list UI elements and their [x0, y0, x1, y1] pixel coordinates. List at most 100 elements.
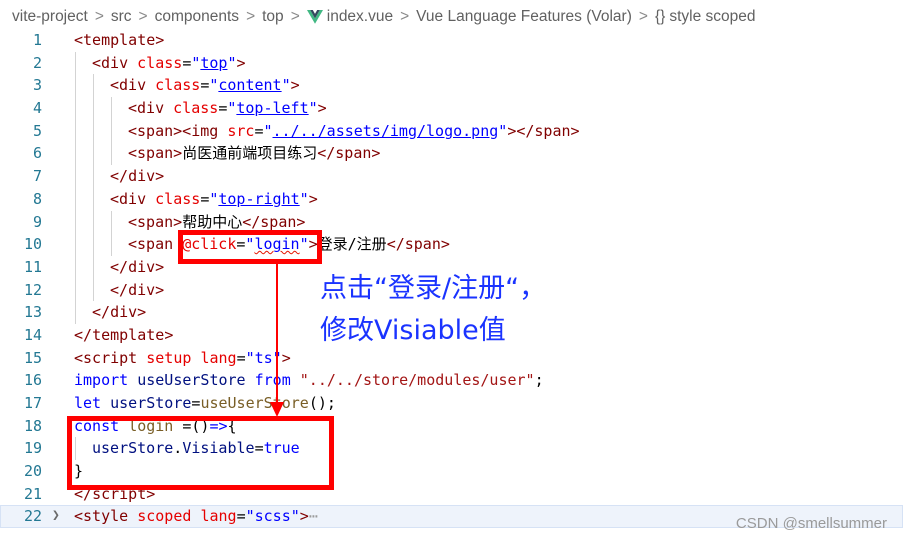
indent-guide: [111, 233, 112, 256]
indent-guide: [75, 165, 76, 188]
code-punctuation: <: [92, 53, 102, 72]
code-line[interactable]: 1 <template>: [0, 29, 903, 52]
vue-logo-icon: [306, 10, 323, 24]
code-punctuation: </: [317, 144, 336, 163]
code-punctuation: >: [164, 325, 174, 344]
code-line[interactable]: 8 <div class="top-right">: [0, 187, 903, 211]
code-line[interactable]: 6 <span>尚医通前端项目练习</span>: [0, 142, 903, 166]
watermark: CSDN @smellsummer: [735, 515, 887, 532]
code-punctuation: >: [236, 53, 246, 72]
code-attribute: scoped: [137, 507, 192, 526]
code-punctuation: >: [173, 212, 183, 231]
code-line[interactable]: 2 <div class="top">: [0, 51, 903, 75]
indent-guide: [93, 142, 94, 166]
code-punctuation: ></: [507, 121, 535, 140]
code-punctuation: >: [173, 144, 183, 163]
code-fold-ellipsis: ⋯: [308, 507, 318, 526]
code-punctuation: >: [299, 507, 309, 526]
code-variable: useUserStore: [137, 371, 246, 390]
indent-guide: [75, 233, 76, 256]
line-number: 2: [32, 53, 42, 72]
code-punctuation: <: [110, 76, 120, 95]
indent-guide: [75, 210, 76, 234]
indent-guide: [93, 187, 94, 211]
code-punctuation: >: [137, 303, 147, 322]
code-punctuation: >: [296, 212, 306, 231]
line-number: 19: [23, 439, 42, 458]
breadcrumb-item-language[interactable]: Vue Language Features (Volar): [416, 8, 632, 26]
code-content: <style scoped lang="scss">⋯: [74, 505, 318, 528]
annotation-text: 点击“登录/注册“， 修改Visiable值: [320, 268, 546, 352]
code-content: let userStore=useUserStore();: [74, 392, 336, 415]
code-punctuation: </: [242, 212, 261, 231]
indent-guide: [93, 255, 94, 279]
code-punctuation: </: [92, 303, 111, 322]
code-content: import useUserStore from "../../store/mo…: [74, 369, 544, 392]
code-tag-name: div: [137, 99, 165, 118]
code-text: =: [200, 76, 210, 95]
code-line[interactable]: 7 </div>: [0, 165, 903, 188]
indent-guide: [93, 165, 94, 188]
code-string: ": [281, 76, 291, 95]
line-number: 9: [32, 212, 42, 231]
indent-guide: [75, 97, 76, 120]
line-number: 17: [23, 394, 42, 412]
code-content: </div>: [92, 301, 146, 324]
code-variable: userStore: [110, 394, 192, 412]
breadcrumb-separator: >: [94, 8, 104, 25]
line-number: 15: [23, 348, 42, 367]
code-attribute: setup: [146, 348, 192, 367]
code-text: =: [236, 348, 246, 367]
breadcrumb-item-symbol[interactable]: style scoped: [669, 8, 755, 26]
line-number: 12: [23, 280, 42, 299]
line-number: 11: [23, 257, 42, 276]
breadcrumb-item-file[interactable]: index.vue: [327, 8, 393, 26]
indent-guide: [93, 97, 94, 120]
code-content: <template>: [74, 29, 164, 52]
breadcrumb-item-project[interactable]: vite-project: [12, 8, 88, 26]
code-line[interactable]: 3 <div class="content">: [0, 74, 903, 98]
code-punctuation: </: [110, 257, 129, 276]
indent-guide: [93, 233, 94, 256]
indent-guide: [93, 119, 94, 143]
code-content: <script setup lang="ts">: [74, 347, 291, 370]
code-line[interactable]: 17 let userStore=useUserStore();: [0, 392, 903, 415]
breadcrumb-item-top[interactable]: top: [262, 8, 284, 26]
code-punctuation: <: [128, 212, 138, 231]
indent-guide: [111, 97, 112, 120]
indent-guide: [75, 119, 76, 143]
breadcrumb-item-src[interactable]: src: [111, 8, 132, 26]
breadcrumb-item-components[interactable]: components: [155, 8, 239, 26]
code-line[interactable]: 4 <div class="top-left">: [0, 97, 903, 120]
code-string: ": [263, 121, 273, 140]
code-line[interactable]: 16 import useUserStore from "../../store/…: [0, 369, 903, 392]
code-tag-name: div: [119, 76, 147, 95]
code-punctuation: >: [155, 280, 165, 299]
code-punctuation: >: [570, 121, 580, 140]
code-attribute: class: [155, 189, 201, 208]
code-tag-name: span: [260, 212, 297, 231]
code-tag-name: script: [83, 348, 138, 367]
line-number: 13: [23, 303, 42, 322]
code-punctuation: </: [110, 280, 129, 299]
code-content: <div class="content">: [110, 74, 300, 97]
code-punctuation: <: [128, 121, 138, 140]
code-line[interactable]: 9 <span>帮助中心</span>: [0, 210, 903, 234]
indent-guide: [75, 255, 76, 279]
line-number: 7: [32, 167, 42, 186]
code-text: 帮助中心: [182, 212, 243, 231]
code-tag-name: span: [335, 144, 372, 163]
fold-chevron-icon[interactable]: ❯: [52, 505, 60, 528]
code-line[interactable]: 10 <span @click="login">登录/注册</span>: [0, 233, 903, 256]
code-attribute: class: [155, 76, 201, 95]
indent-guide: [111, 210, 112, 234]
code-string: ": [498, 121, 508, 140]
code-punctuation: </: [74, 325, 93, 344]
code-line[interactable]: 5 <span><img src="../../assets/img/logo.p…: [0, 119, 903, 143]
code-tag-name: style: [83, 507, 129, 526]
code-text: 尚医通前端项目练习: [182, 144, 318, 163]
